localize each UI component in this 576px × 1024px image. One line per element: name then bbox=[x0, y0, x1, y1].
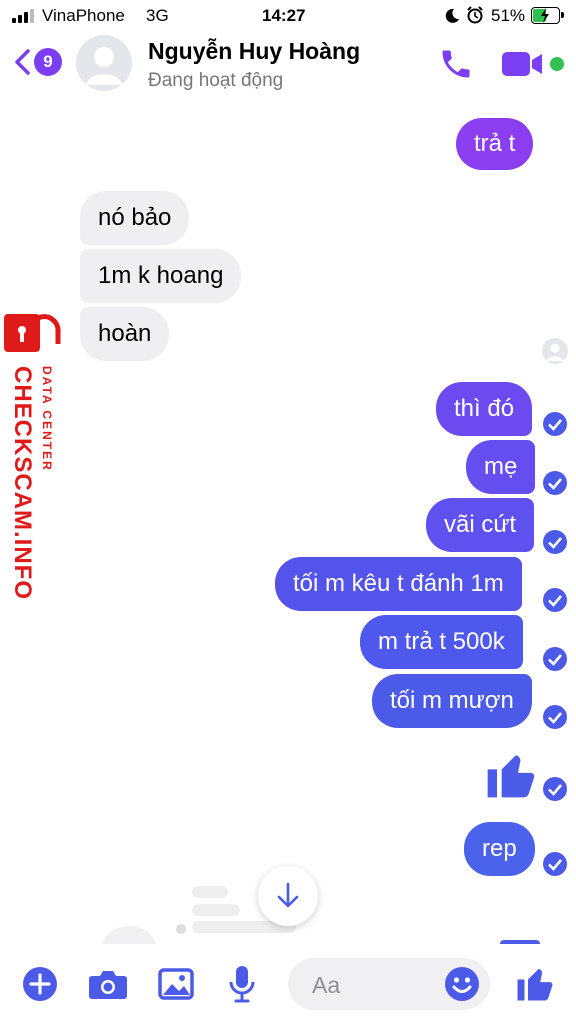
read-check-icon bbox=[543, 530, 567, 554]
message-outgoing[interactable]: vãi cứt bbox=[426, 498, 535, 552]
video-camera-icon bbox=[502, 52, 542, 76]
scroll-to-bottom-button[interactable] bbox=[258, 866, 318, 926]
network-label: 3G bbox=[146, 6, 169, 25]
video-call-button[interactable] bbox=[500, 50, 546, 78]
chat-header: 9 Nguyễn Huy Hoàng Đang hoạt động bbox=[0, 32, 576, 98]
read-check-icon bbox=[543, 471, 567, 495]
person-icon bbox=[546, 343, 564, 362]
message-outgoing[interactable]: trả t bbox=[456, 118, 534, 170]
emoji-button[interactable] bbox=[444, 966, 480, 1002]
battery-percent: 51% bbox=[491, 6, 526, 25]
watermark-sub-box: DATA CENTER bbox=[38, 366, 54, 486]
read-check-icon bbox=[543, 588, 567, 612]
online-indicator bbox=[550, 57, 564, 71]
message-outgoing[interactable]: m trả t 500k bbox=[360, 615, 523, 669]
camera-button[interactable] bbox=[88, 968, 128, 1000]
composer-bar: Aa bbox=[0, 944, 576, 1024]
microphone-button[interactable] bbox=[228, 964, 256, 1004]
read-check-icon bbox=[543, 852, 567, 876]
person-icon bbox=[86, 47, 122, 85]
message-input[interactable]: Aa bbox=[288, 958, 490, 1010]
message-incoming[interactable]: 1m k hoang bbox=[80, 249, 242, 303]
message-outgoing[interactable]: rep bbox=[464, 822, 535, 876]
read-check-icon bbox=[543, 777, 567, 801]
read-check-icon bbox=[543, 412, 567, 436]
watermark-brand-box: CHECKSCAM.INFO bbox=[6, 366, 36, 600]
watermark-brand: CHECKSCAM.INFO bbox=[9, 366, 36, 600]
status-bar: VinaPhone 3G 14:27 51% bbox=[0, 0, 576, 32]
alarm-icon bbox=[467, 6, 483, 24]
watermark-sub: DATA CENTER bbox=[40, 366, 54, 472]
message-incoming[interactable]: hoàn bbox=[80, 307, 170, 361]
carrier-label: VinaPhone bbox=[42, 6, 125, 25]
message-outgoing[interactable]: mẹ bbox=[466, 440, 536, 494]
unread-badge: 9 bbox=[34, 48, 62, 76]
moon-icon bbox=[445, 8, 459, 23]
back-button[interactable]: 9 bbox=[10, 44, 66, 80]
message-input-placeholder: Aa bbox=[312, 972, 341, 998]
chevron-left-icon bbox=[15, 49, 30, 75]
avatar[interactable] bbox=[76, 35, 132, 91]
plus-button[interactable] bbox=[22, 966, 58, 1002]
thumbs-up-sticker[interactable] bbox=[482, 746, 540, 802]
message-outgoing[interactable]: tối m kêu t đánh 1m bbox=[275, 557, 522, 611]
message-outgoing[interactable]: tối m mượn bbox=[372, 674, 532, 728]
arrow-down-icon bbox=[277, 882, 299, 908]
message-outgoing[interactable]: thì đó bbox=[436, 382, 533, 436]
read-check-icon bbox=[543, 705, 567, 729]
read-check-icon bbox=[543, 647, 567, 671]
phone-call-button[interactable] bbox=[438, 46, 474, 82]
contact-status: Đang hoạt động bbox=[148, 70, 284, 91]
battery-icon bbox=[531, 7, 564, 24]
watermark: CHECKSCAM.INFO DATA CENTER bbox=[4, 310, 61, 600]
gallery-button[interactable] bbox=[158, 968, 194, 1000]
contact-name[interactable]: Nguyễn Huy Hoàng bbox=[148, 38, 360, 65]
like-button[interactable] bbox=[514, 962, 556, 1004]
seen-avatar bbox=[542, 338, 568, 364]
message-incoming[interactable]: nó bảo bbox=[80, 191, 190, 245]
clock: 14:27 bbox=[262, 6, 306, 25]
lock-logo bbox=[4, 314, 61, 352]
signal-icon bbox=[12, 9, 36, 23]
